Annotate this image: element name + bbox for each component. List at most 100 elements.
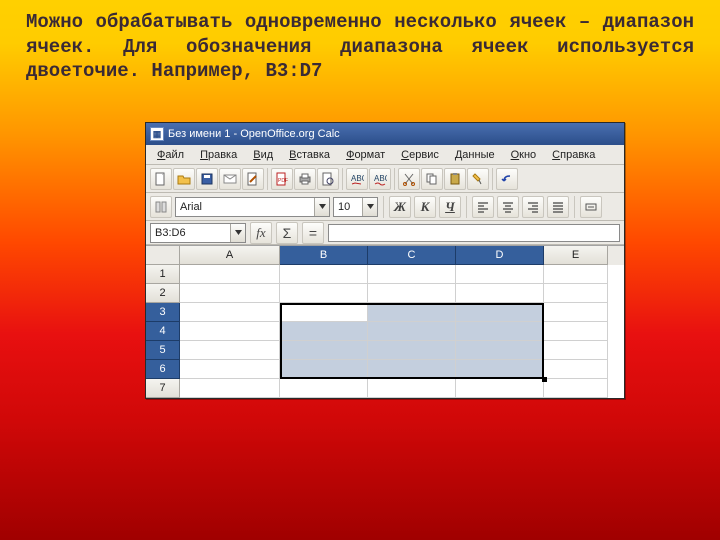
column-header-e[interactable]: E (544, 246, 608, 265)
cell[interactable] (280, 284, 368, 303)
column-header-c[interactable]: C (368, 246, 456, 265)
cell[interactable] (544, 379, 608, 398)
column-header-b[interactable]: B (280, 246, 368, 265)
bold-button[interactable]: Ж (389, 196, 411, 218)
italic-button[interactable]: К (414, 196, 436, 218)
cell[interactable] (368, 360, 456, 379)
spreadsheet-grid[interactable]: A B C D E 1 2 3 (146, 245, 624, 398)
svg-text:ABC: ABC (374, 174, 387, 183)
export-pdf-button[interactable]: PDF (271, 168, 293, 190)
cell[interactable] (280, 360, 368, 379)
row-header-3[interactable]: 3 (146, 303, 180, 322)
align-justify-button[interactable] (547, 196, 569, 218)
styles-button[interactable] (150, 196, 172, 218)
merge-cells-button[interactable] (580, 196, 602, 218)
edit-doc-button[interactable] (242, 168, 264, 190)
cell[interactable] (180, 303, 280, 322)
format-paintbrush-button[interactable] (467, 168, 489, 190)
print-button[interactable] (294, 168, 316, 190)
name-box-dropdown-icon[interactable] (230, 224, 245, 242)
align-center-button[interactable] (497, 196, 519, 218)
svg-text:ABC: ABC (351, 174, 364, 183)
undo-button[interactable] (496, 168, 518, 190)
name-box[interactable]: B3:D6 (150, 223, 246, 243)
cell[interactable] (456, 322, 544, 341)
column-header-d[interactable]: D (456, 246, 544, 265)
row-header-6[interactable]: 6 (146, 360, 180, 379)
email-button[interactable] (219, 168, 241, 190)
menu-format[interactable]: Формат (339, 147, 392, 163)
cell[interactable] (280, 303, 368, 322)
cell[interactable] (456, 360, 544, 379)
name-box-value: B3:D6 (151, 227, 230, 239)
row-header-5[interactable]: 5 (146, 341, 180, 360)
save-button[interactable] (196, 168, 218, 190)
description-text: Можно обрабатывать одновременно нескольк… (0, 0, 720, 88)
function-button[interactable]: = (302, 222, 324, 244)
copy-button[interactable] (421, 168, 443, 190)
cell[interactable] (544, 360, 608, 379)
menu-file[interactable]: Файл (150, 147, 191, 163)
open-button[interactable] (173, 168, 195, 190)
fill-handle[interactable] (542, 377, 547, 382)
separator (574, 196, 575, 218)
cell[interactable] (180, 379, 280, 398)
cell[interactable] (368, 322, 456, 341)
menu-tools[interactable]: Сервис (394, 147, 446, 163)
cell[interactable] (180, 265, 280, 284)
menu-edit[interactable]: Правка (193, 147, 244, 163)
align-right-button[interactable] (522, 196, 544, 218)
cell[interactable] (280, 322, 368, 341)
cell[interactable] (456, 379, 544, 398)
cell[interactable] (544, 303, 608, 322)
cell[interactable] (368, 303, 456, 322)
column-header-a[interactable]: A (180, 246, 280, 265)
align-left-button[interactable] (472, 196, 494, 218)
cell[interactable] (456, 265, 544, 284)
cell[interactable] (544, 265, 608, 284)
cell[interactable] (544, 322, 608, 341)
select-all-corner[interactable] (146, 246, 180, 265)
formula-input[interactable] (328, 224, 620, 242)
cell[interactable] (456, 341, 544, 360)
cell[interactable] (180, 284, 280, 303)
cell[interactable] (456, 303, 544, 322)
cell[interactable] (180, 341, 280, 360)
cell[interactable] (368, 341, 456, 360)
cell[interactable] (280, 265, 368, 284)
cell[interactable] (456, 284, 544, 303)
cell[interactable] (280, 341, 368, 360)
menu-help[interactable]: Справка (545, 147, 602, 163)
separator (466, 196, 467, 218)
function-wizard-button[interactable]: fx (250, 222, 272, 244)
menu-insert[interactable]: Вставка (282, 147, 337, 163)
size-dropdown-icon[interactable] (362, 198, 377, 216)
cell[interactable] (368, 265, 456, 284)
size-combo[interactable]: 10 (333, 197, 378, 217)
print-preview-button[interactable] (317, 168, 339, 190)
row-header-4[interactable]: 4 (146, 322, 180, 341)
menu-data[interactable]: Данные (448, 147, 502, 163)
row-header-2[interactable]: 2 (146, 284, 180, 303)
cut-button[interactable] (398, 168, 420, 190)
cell[interactable] (544, 284, 608, 303)
row-header-1[interactable]: 1 (146, 265, 180, 284)
font-dropdown-icon[interactable] (314, 198, 329, 216)
cell[interactable] (368, 379, 456, 398)
underline-button[interactable]: Ч (439, 196, 461, 218)
spellcheck-button[interactable]: ABC (346, 168, 368, 190)
titlebar[interactable]: ▦ Без имени 1 - OpenOffice.org Calc (146, 123, 624, 145)
sum-button[interactable]: Σ (276, 222, 298, 244)
font-combo[interactable]: Arial (175, 197, 330, 217)
auto-spellcheck-button[interactable]: ABC (369, 168, 391, 190)
cell[interactable] (544, 341, 608, 360)
cell[interactable] (180, 360, 280, 379)
cell[interactable] (280, 379, 368, 398)
menu-view[interactable]: Вид (246, 147, 280, 163)
cell[interactable] (180, 322, 280, 341)
menu-window[interactable]: Окно (504, 147, 544, 163)
cell[interactable] (368, 284, 456, 303)
row-header-7[interactable]: 7 (146, 379, 180, 398)
paste-button[interactable] (444, 168, 466, 190)
new-doc-button[interactable] (150, 168, 172, 190)
